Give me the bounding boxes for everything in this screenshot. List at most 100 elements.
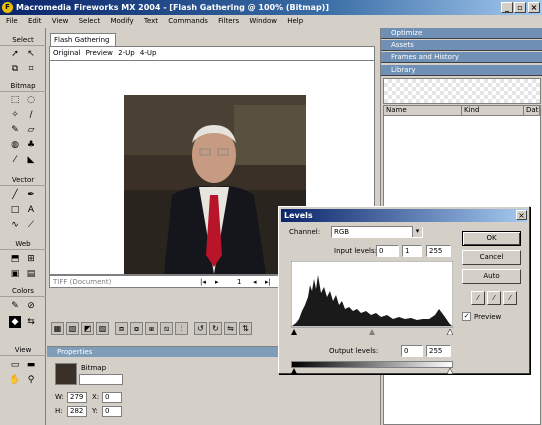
menu-help[interactable]: Help — [287, 17, 303, 25]
levels-close-button[interactable]: × — [516, 210, 527, 220]
flip-h-icon[interactable]: ⇋ — [224, 322, 237, 335]
col-kind[interactable]: Kind — [462, 106, 524, 116]
menu-window[interactable]: Window — [249, 17, 277, 25]
tools-section-vector: Vector — [0, 176, 46, 186]
magic-wand-icon[interactable]: ✧ — [9, 109, 21, 121]
rotate-right-icon[interactable]: ↻ — [209, 322, 222, 335]
ok-button[interactable]: OK — [462, 231, 521, 246]
gray-eyedropper-icon[interactable]: ⁄ — [487, 291, 501, 305]
marquee-tool-icon[interactable]: ⬚ — [9, 94, 21, 106]
output-black-field[interactable]: 0 — [401, 345, 423, 357]
menu-select[interactable]: Select — [79, 17, 101, 25]
preview-checkbox[interactable]: ✓ — [462, 312, 471, 321]
slice-tool-icon[interactable]: ⊞ — [25, 253, 37, 265]
menu-edit[interactable]: Edit — [28, 17, 42, 25]
pencil-tool-icon[interactable]: ✎ — [9, 124, 21, 136]
text-tool-icon[interactable]: A — [25, 204, 37, 216]
align-icon[interactable]: ⫶ — [175, 322, 188, 335]
prev-page-icon[interactable]: ◂ — [253, 276, 257, 288]
output-slider-handles[interactable] — [291, 368, 453, 374]
eraser-tool-icon[interactable]: ▱ — [25, 124, 37, 136]
mask-icon[interactable]: ◩ — [81, 322, 94, 335]
subselect-tool-icon[interactable]: ↖ — [25, 48, 37, 60]
tools-section-bitmap: Bitmap — [0, 82, 46, 92]
crop-tool-icon[interactable]: ⌗ — [25, 63, 37, 75]
white-eyedropper-icon[interactable]: ⁄ — [503, 291, 517, 305]
view-preview-tab[interactable]: Preview — [86, 49, 113, 57]
bring-forward-icon[interactable]: ⧇ — [130, 322, 143, 335]
view-4up-tab[interactable]: 4-Up — [140, 49, 157, 57]
scale-tool-icon[interactable]: ⧉ — [9, 63, 21, 75]
col-date[interactable]: Dat — [524, 106, 540, 116]
rectangle-tool-icon[interactable]: □ — [9, 204, 21, 216]
fill-color-icon[interactable]: ◆ — [9, 316, 21, 328]
eyedropper-icon[interactable]: ⁄ — [9, 154, 21, 166]
knife-tool-icon[interactable]: ⟋ — [25, 219, 37, 231]
no-color-icon[interactable]: ⊘ — [25, 300, 37, 312]
paint-bucket-icon[interactable]: ◣ — [25, 154, 37, 166]
pointer-tool-icon[interactable]: ➚ — [9, 48, 21, 60]
input-gamma-field[interactable]: 1 — [402, 245, 422, 257]
bring-front-icon[interactable]: ⧈ — [115, 322, 128, 335]
send-back-icon[interactable]: ⧅ — [160, 322, 173, 335]
hide-slices-icon[interactable]: ▣ — [9, 268, 21, 280]
line-tool-icon[interactable]: ╱ — [9, 189, 21, 201]
menu-file[interactable]: File — [6, 17, 18, 25]
assets-panel-header[interactable]: Assets — [381, 40, 542, 51]
view-original-tab[interactable]: Original — [53, 49, 80, 57]
zoom-tool-icon[interactable]: ⚲ — [25, 374, 37, 386]
hand-tool-icon[interactable]: ✋ — [9, 374, 21, 386]
menu-view[interactable]: View — [52, 17, 69, 25]
y-field[interactable]: 0 — [102, 406, 122, 417]
output-white-field[interactable]: 255 — [426, 345, 451, 357]
ungroup-icon[interactable]: ▨ — [96, 322, 109, 335]
restore-button[interactable]: ▫ — [514, 2, 526, 13]
object-name-field[interactable] — [79, 374, 123, 385]
close-button[interactable]: × — [528, 2, 540, 13]
first-page-icon[interactable]: |◂ — [200, 276, 206, 288]
library-panel-header[interactable]: Library — [381, 65, 542, 76]
send-backward-icon[interactable]: ⧆ — [145, 322, 158, 335]
dropdown-arrow-icon[interactable]: ▾ — [412, 226, 422, 237]
view-2up-tab[interactable]: 2-Up — [118, 49, 135, 57]
swap-colors-icon[interactable]: ⇆ — [25, 316, 37, 328]
flip-v-icon[interactable]: ⇅ — [239, 322, 252, 335]
channel-value: RGB — [334, 228, 350, 236]
show-slices-icon[interactable]: ▤ — [25, 268, 37, 280]
width-field[interactable]: 279 — [67, 392, 87, 403]
height-field[interactable]: 282 — [67, 406, 87, 417]
optimize-panel-header[interactable]: Optimize — [381, 28, 542, 39]
input-white-field[interactable]: 255 — [426, 245, 451, 257]
menu-commands[interactable]: Commands — [168, 17, 208, 25]
blur-tool-icon[interactable]: ◍ — [9, 139, 21, 151]
menu-text[interactable]: Text — [144, 17, 158, 25]
standard-screen-icon[interactable]: ▭ — [9, 359, 21, 371]
document-tab[interactable]: Flash Gathering — [50, 33, 116, 46]
col-name[interactable]: Name — [384, 106, 462, 116]
full-screen-icon[interactable]: ▬ — [25, 359, 37, 371]
channel-select[interactable]: RGB ▾ — [331, 226, 423, 238]
frames-history-panel-header[interactable]: Frames and History — [381, 52, 542, 63]
next-page-icon[interactable]: ▸| — [265, 276, 271, 288]
menu-filters[interactable]: Filters — [218, 17, 239, 25]
rotate-left-icon[interactable]: ↺ — [194, 322, 207, 335]
input-black-field[interactable]: 0 — [376, 245, 399, 257]
minimize-button[interactable]: _ — [501, 2, 513, 13]
lasso-tool-icon[interactable]: ◌ — [25, 94, 37, 106]
black-eyedropper-icon[interactable]: ⁄ — [471, 291, 485, 305]
cancel-button[interactable]: Cancel — [462, 250, 521, 265]
library-preview — [383, 78, 541, 104]
menu-modify[interactable]: Modify — [110, 17, 133, 25]
join-icon[interactable]: ▧ — [66, 322, 79, 335]
output-gradient-bar — [291, 361, 453, 368]
group-icon[interactable]: ▦ — [51, 322, 64, 335]
brush-tool-icon[interactable]: ∕ — [25, 109, 37, 121]
stroke-color-icon[interactable]: ✎ — [9, 300, 21, 312]
rubber-stamp-icon[interactable]: ♣ — [25, 139, 37, 151]
hotspot-tool-icon[interactable]: ⬒ — [9, 253, 21, 265]
auto-button[interactable]: Auto — [462, 269, 521, 284]
x-field[interactable]: 0 — [102, 392, 122, 403]
play-icon[interactable]: ▸ — [215, 276, 219, 288]
freeform-tool-icon[interactable]: ∿ — [9, 219, 21, 231]
pen-tool-icon[interactable]: ✒ — [25, 189, 37, 201]
